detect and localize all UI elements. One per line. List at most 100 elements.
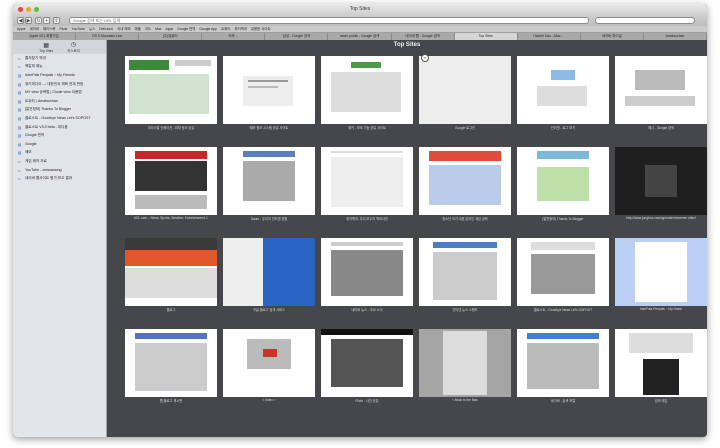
bookmark-item[interactable]: 유용한 사이트 (251, 26, 271, 32)
share-icon[interactable]: ⇪ (53, 17, 60, 24)
bookmark-item[interactable]: 네이버 (30, 26, 39, 32)
sidebar-item[interactable]: ▤ Google 번역 (13, 131, 106, 140)
bookmark-item[interactable]: 위키백과 (234, 26, 246, 32)
browser-tab[interactable]: Top Sites (454, 33, 518, 40)
top-site-tile[interactable]: 검색 게임 (615, 329, 707, 405)
page-title: Top Sites (393, 42, 421, 48)
window-title: Top Sites (349, 6, 371, 12)
address-bar[interactable]: Google 검색 또는 URL 입력 (69, 17, 589, 24)
sidebar-item[interactable]: ▭ 즐겨찾기 막대 (13, 54, 106, 63)
top-site-tile[interactable]: http://www.jungtrux.com/ipp/main/mmmmm.s… (615, 147, 707, 223)
bookmark-item[interactable]: 페이스북 (43, 26, 55, 32)
bookmark-item[interactable]: Delicious (99, 26, 113, 32)
sidebar-item[interactable]: ▤ InterPals Penpals :: My Friends (13, 71, 106, 80)
browser-tab[interactable]: 네이버 파이널 (581, 33, 644, 40)
top-site-tile[interactable]: < Index > (223, 329, 315, 405)
bookmark-item[interactable]: Apple (17, 26, 26, 32)
bookmark-item[interactable]: 뉴스 (89, 26, 95, 32)
browser-tab[interactable]: 네이버 웹 - Google 검색 (392, 33, 455, 40)
zoom-window-icon[interactable] (34, 7, 39, 12)
browser-tab[interactable]: 삼성 - Google 검색 (265, 33, 329, 40)
bookmark-item[interactable]: 애플 (135, 26, 141, 32)
reload-icon[interactable]: ↻ (35, 17, 42, 24)
sidebar-item[interactable]: ▭ YouTube - crosswoong (13, 166, 106, 175)
bookmarks-sidebar: ▦ Top Sites ◷ 히스토리 ▭ 즐겨찾기 막대 ▭ 책갈피 메뉴 ▤ Inter… (13, 40, 107, 437)
minimize-window-icon[interactable] (26, 7, 31, 12)
top-site-tile[interactable]: 네이버 - 검색 포털 (517, 329, 609, 405)
bookmark-item[interactable]: Google App (199, 26, 217, 32)
bookmark-item[interactable]: Flickr (60, 26, 68, 32)
bookmark-item[interactable]: 트위터 (221, 26, 230, 32)
sidebar-item[interactable]: ▤ 트위터 | Amatsuchan (13, 97, 106, 106)
page-icon: ▤ (17, 115, 22, 121)
sidebar-item[interactable]: ▤ [알찬정보] Thanks To Blogger (13, 106, 106, 115)
top-site-tile[interactable]: [알찬정보] Thanks To Blogger (517, 147, 609, 223)
top-site-tile[interactable]: 인터넷 - 로그 보기 (517, 56, 609, 132)
sidebar-item[interactable]: ▤ MY view 공략법 | Clouie view 이용법 (13, 88, 106, 97)
top-site-tile[interactable]: 예시 - Google 검색 (615, 56, 707, 132)
sidebar-item[interactable]: ▤ 클로스트 - Goodbye News Let's DOPOST (13, 114, 106, 123)
tile-caption: 구글 블로그 검색 서비스 (253, 308, 285, 312)
remove-tile-icon[interactable]: × (421, 54, 429, 62)
top-site-tile[interactable]: 웹 블로그 게시판 (125, 329, 217, 405)
bookmark-item[interactable]: YouTube (72, 26, 85, 32)
sidebar-item[interactable]: ▤ Google (13, 140, 106, 149)
sidebar-item[interactable]: ▭ 네이버 웹사이트 평가 보고 결과 (13, 174, 106, 183)
thumbnail-block (635, 242, 687, 302)
tile-caption: 위키백과, 우리 모두의 백과사전 (346, 217, 388, 221)
browser-tab[interactable]: (주)컴퓨터 (139, 33, 203, 40)
sidebar-item[interactable]: ▭ 책갈피 메뉴 (13, 63, 106, 72)
sidebar-tab-history[interactable]: ◷ 히스토리 (67, 41, 79, 53)
forward-button[interactable]: ▶ (25, 17, 32, 24)
top-site-tile[interactable]: 블로그 (125, 238, 217, 314)
bookmark-item[interactable]: 국내·해외 (117, 26, 131, 32)
bookmark-item[interactable]: Mac (155, 26, 161, 32)
close-window-icon[interactable] (18, 7, 23, 12)
top-site-tile[interactable]: AOL.com – News, Sports, Weather, Enterta… (125, 147, 217, 223)
tile-caption: [알찬정보] Thanks To Blogger (542, 217, 584, 221)
site-thumbnail (321, 147, 413, 215)
top-site-tile[interactable]: 클로스트 - Goodbye News Let's DOPOST (517, 238, 609, 314)
sidebar-item[interactable]: ▭ 게임 제작 자료 (13, 157, 106, 166)
bookmark-item[interactable]: Apps (166, 26, 174, 32)
top-site-tile[interactable]: 인터넷 뉴스 스탠드 (419, 238, 511, 314)
top-site-tile[interactable]: Flickr - 사진 공유 (321, 329, 413, 405)
browser-tab[interactable]: Apple 오디 회원가입 (13, 33, 77, 40)
top-site-tile[interactable]: 예비 정보 시스템 공유 사이트 (223, 56, 315, 132)
site-thumbnail (615, 147, 707, 215)
sidebar-item[interactable]: ▤ 위키피디아 — 대한민국 체육 연계 판정 (13, 80, 106, 89)
thumbnail-block (223, 238, 263, 306)
top-site-tile[interactable]: 크리스탈 인베이션 - 외부 링크 공유 (125, 56, 217, 132)
sidebar-list: ▭ 즐겨찾기 막대 ▭ 책갈피 메뉴 ▤ InterPals Penpals :: My … (13, 54, 106, 183)
top-site-tile[interactable]: Daum - 우리의 인터넷 경험 (223, 147, 315, 223)
tile-caption: AOL.com – News, Sports, Weather, Enterta… (133, 216, 209, 220)
sidebar-item-label: 메모 (25, 150, 32, 155)
sidebar-item-label: 클로스트 V3.0 beta - 미디움 (25, 124, 68, 129)
top-site-tile[interactable]: 위키백과, 우리 모두의 백과사전 (321, 147, 413, 223)
search-field[interactable] (595, 17, 695, 24)
top-site-tile[interactable]: 구글 블로그 검색 서비스 (223, 238, 315, 314)
top-site-tile[interactable]: 청소년 국가 대표 온라인 게임 공략 (419, 147, 511, 223)
thumbnail-block (443, 331, 487, 395)
browser-tab[interactable]: naver public - Google 검색 (328, 33, 392, 40)
site-thumbnail (223, 56, 315, 124)
top-site-tile[interactable]: 네이버 뉴스 - 주요 소식 (321, 238, 413, 314)
top-site-tile[interactable]: 위키 - 보조 기능 공유 사이트 (321, 56, 413, 132)
browser-tab[interactable]: Hacker Dao - Mac ... (518, 33, 581, 40)
add-bookmark-icon[interactable]: + (43, 17, 50, 24)
bookmark-item[interactable]: Google 번역 (177, 26, 195, 32)
bookmark-item[interactable]: 지도 (145, 26, 151, 32)
top-site-tile[interactable]: InterPals Penpals :: My Home (615, 238, 707, 314)
sidebar-item[interactable]: ▤ 클로스트 V3.0 beta - 미디움 (13, 123, 106, 132)
sidebar-tab-topsites[interactable]: ▦ Top Sites (39, 42, 53, 53)
folder-icon: ▭ (17, 158, 22, 164)
site-thumbnail (419, 329, 511, 397)
browser-tab[interactable]: Amatsuchan (644, 33, 707, 40)
top-site-tile[interactable]: < Back to the Mac (419, 329, 511, 405)
browser-tab[interactable]: OS X Mountain Lion (76, 33, 140, 40)
sidebar-item[interactable]: ▤ 메모 (13, 149, 106, 158)
top-site-tile[interactable]: × Google 로그인 (419, 54, 511, 132)
bookmarks-bar: Apple 네이버 페이스북 Flickr YouTube 뉴스 Delicious 국내·해… (13, 26, 707, 33)
browser-tab[interactable]: 어제 ... (202, 33, 266, 40)
back-button[interactable]: ◀ (17, 17, 24, 24)
